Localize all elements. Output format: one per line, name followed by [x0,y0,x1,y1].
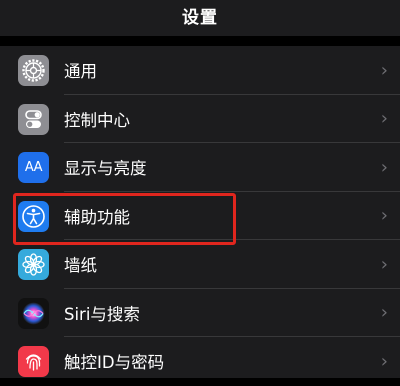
chevron-right-icon: › [380,156,388,178]
siri-icon [18,297,49,329]
chevron-right-icon: › [380,253,388,275]
chevron-right-icon: › [380,108,388,130]
chevron-right-icon: › [380,350,388,372]
settings-item-label: 通用 [64,62,97,82]
settings-item-display-brightness[interactable]: AA 显示与亮度 › [0,143,400,192]
flower-icon [18,249,49,280]
fingerprint-icon [18,346,49,377]
section-gap [0,36,400,46]
settings-item-label: 显示与亮度 [64,159,147,179]
navigation-bar: 设置 [0,0,400,36]
settings-item-touch-id-passcode[interactable]: 触控ID与密码 › [0,337,400,386]
settings-item-label: Siri与搜索 [64,304,140,324]
settings-item-general[interactable]: 通用 › [0,46,400,95]
gear-icon [18,55,49,86]
toggles-icon [18,103,49,135]
settings-item-label: 控制中心 [64,110,130,130]
chevron-right-icon: › [380,59,388,81]
page-title: 设置 [182,7,218,28]
chevron-right-icon: › [380,205,388,227]
display-icon: AA [18,152,49,183]
display-icon-text: AA [24,160,43,175]
settings-list: 通用 › 控制中心 › AA 显示与亮度 › 辅助功能 › 墙纸 › Siri与… [0,46,400,378]
settings-item-wallpaper[interactable]: 墙纸 › [0,240,400,289]
settings-item-label: 触控ID与密码 [64,353,165,373]
settings-item-accessibility[interactable]: 辅助功能 › [0,192,400,240]
accessibility-icon [18,200,49,232]
settings-item-label: 辅助功能 [64,207,130,227]
settings-item-label: 墙纸 [64,256,97,276]
settings-item-siri-search[interactable]: Siri与搜索 › [0,289,400,337]
chevron-right-icon: › [380,302,388,324]
settings-item-control-center[interactable]: 控制中心 › [0,95,400,143]
